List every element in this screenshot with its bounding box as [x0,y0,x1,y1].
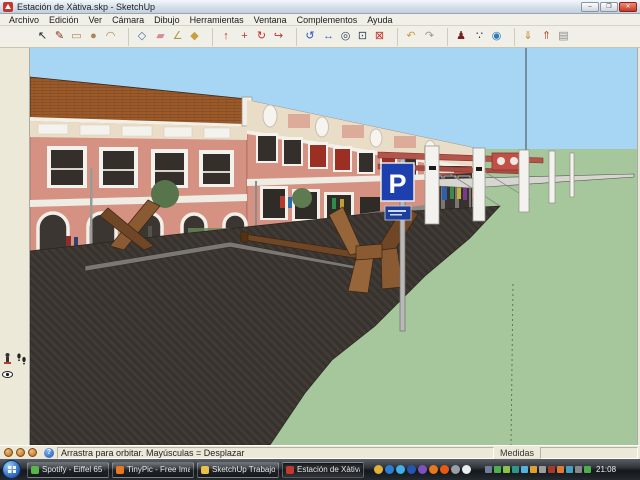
push-pull-icon[interactable]: ↑ [212,28,236,46]
status-badge-3[interactable] [28,448,37,457]
offset-tool-icon[interactable]: ↪ [270,28,287,46]
main-toolbar: ↖✎▭●◠ ◇▰∠◆ ↑+↻↪ ↺↔◎⊡⊠ ↶↷ ♟∵◉ ⇓⇑▤ [0,26,640,48]
tray-icon-2[interactable] [494,466,501,473]
share-models-icon[interactable]: ⇑ [538,28,555,46]
status-bar: ? Arrastra para orbitar. Mayúsculas = De… [0,445,640,459]
orbit-tool-icon[interactable]: ↺ [296,28,320,46]
eraser-tool-icon[interactable]: ▰ [152,28,169,46]
get-models-icon[interactable]: ⇓ [514,28,538,46]
desktop: Estación de Xàtiva.skp - SketchUp – ❐ ✕ … [0,0,640,480]
walk-tool-icon[interactable]: ∵ [471,28,488,46]
tray-icon-10[interactable] [566,466,573,473]
position-camera-icon[interactable] [2,352,13,365]
zoom-tool-icon[interactable]: ◎ [337,28,354,46]
measurements-label: Medidas [494,448,540,458]
status-badge-2[interactable] [16,448,25,457]
look-around-eye-icon[interactable] [2,368,13,381]
previous-view-icon[interactable]: ↶ [397,28,421,46]
print-icon[interactable]: ▤ [555,28,572,46]
sketchup-logo-icon [3,2,13,12]
pan-tool-icon[interactable]: ↔ [320,28,337,46]
taskbar: Spotify - Eiffel 65 – W... TinyPic - Fre… [0,459,640,480]
skype-icon[interactable] [462,465,471,474]
explorer-icon[interactable] [451,465,460,474]
tray-icon-11[interactable] [575,466,582,473]
maximize-button[interactable]: ❐ [600,2,618,12]
vlc-icon[interactable] [440,465,449,474]
measurements-input[interactable] [540,447,638,459]
circle-tool-icon[interactable]: ● [85,28,102,46]
menu-item[interactable]: Cámara [107,15,149,25]
windows-icon[interactable] [407,465,416,474]
minimize-button[interactable]: – [581,2,599,12]
menu-item[interactable]: Archivo [4,15,44,25]
tray-icon-9[interactable] [557,466,564,473]
close-button[interactable]: ✕ [619,2,637,12]
google-earth-icon[interactable]: ◉ [488,28,505,46]
tape-measure-icon[interactable]: ∠ [169,28,186,46]
next-view-icon[interactable]: ↷ [421,28,438,46]
menu-bar: ArchivoEdiciónVerCámaraDibujoHerramienta… [0,14,640,26]
task-button[interactable]: Spotify - Eiffel 65 – W... [27,462,109,478]
title-bar: Estación de Xàtiva.skp - SketchUp – ❐ ✕ [0,0,640,14]
parking-sign-letter: P [388,169,406,199]
task-button[interactable]: Estación de Xàtiva.skp... [282,462,364,478]
menu-item[interactable]: Ventana [249,15,292,25]
tray-icon-4[interactable] [512,466,519,473]
clock[interactable]: 21:08 [596,465,616,474]
tray-icon-1[interactable] [485,466,492,473]
menu-item[interactable]: Edición [44,15,84,25]
menu-item[interactable]: Herramientas [185,15,249,25]
line-tool-icon[interactable]: ✎ [51,28,68,46]
zoom-window-icon[interactable]: ⊡ [354,28,371,46]
left-gutter [0,48,30,445]
status-badge-1[interactable] [4,448,13,457]
menu-item[interactable]: Ayuda [362,15,397,25]
select-tool-icon[interactable]: ↖ [34,28,51,46]
status-hint: Arrastra para orbitar. Mayúsculas = Desp… [57,447,494,459]
tray-icon-12[interactable] [584,466,591,473]
internet-explorer-icon[interactable] [396,465,405,474]
window-title: Estación de Xàtiva.skp - SketchUp [17,2,581,12]
walk-footprints-icon[interactable] [16,352,27,365]
start-button[interactable] [2,460,21,479]
tray-icon-7[interactable] [539,466,546,473]
task-buttons: Spotify - Eiffel 65 – W... TinyPic - Fre… [27,462,364,478]
firefox-icon[interactable] [429,465,438,474]
tray-icon-8[interactable] [548,466,555,473]
model-canvas[interactable]: P [30,48,637,445]
menu-item[interactable]: Complementos [292,15,363,25]
rotate-tool-icon[interactable]: ↻ [253,28,270,46]
rectangle-tool-icon[interactable]: ▭ [68,28,85,46]
paint-bucket-icon[interactable]: ◆ [186,28,203,46]
task-icon [31,466,39,474]
scene-3d: P [30,48,637,445]
task-icon [116,466,124,474]
viewport: P [0,48,640,445]
tray-icon-3[interactable] [503,466,510,473]
task-button[interactable]: TinyPic - Free Image H... [112,462,194,478]
menu-item[interactable]: Dibujo [149,15,185,25]
position-camera-icon[interactable]: ♟ [447,28,471,46]
media-player-icon[interactable] [418,465,427,474]
menu-item[interactable]: Ver [84,15,108,25]
tray-icon-5[interactable] [521,466,528,473]
zoom-extents-icon[interactable]: ⊠ [371,28,388,46]
camera-toolbar [2,352,28,381]
messenger-icon[interactable] [385,465,394,474]
quick-launch [374,465,471,474]
chrome-icon[interactable] [374,465,383,474]
help-icon[interactable]: ? [44,448,54,458]
make-component-icon[interactable]: ◇ [128,28,152,46]
move-tool-icon[interactable]: + [236,28,253,46]
tree [292,188,312,208]
system-tray [485,466,591,473]
task-button[interactable]: SketchUp Trabajos [197,462,279,478]
arc-tool-icon[interactable]: ◠ [102,28,119,46]
task-icon [286,466,294,474]
task-icon [201,466,209,474]
tray-icon-6[interactable] [530,466,537,473]
